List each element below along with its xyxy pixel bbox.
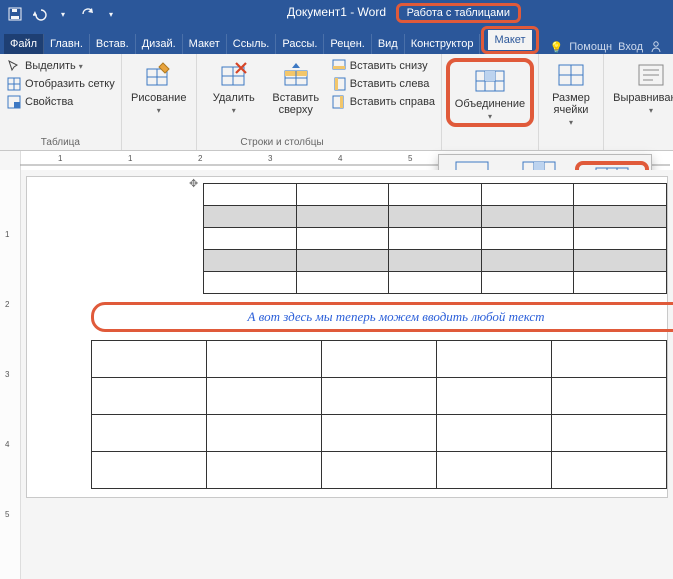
table-row[interactable] [92, 341, 667, 378]
tab-insert[interactable]: Встав. [90, 34, 136, 54]
gridlines-label: Отобразить сетку [25, 78, 115, 90]
delete-table-icon [219, 60, 249, 90]
cell-size-icon [556, 60, 586, 90]
share-icon[interactable] [649, 40, 663, 54]
table-row[interactable] [92, 452, 667, 489]
tab-mailings[interactable]: Рассы. [276, 34, 324, 54]
group-table-label: Таблица [6, 135, 115, 150]
table-row[interactable] [204, 206, 667, 228]
svg-text:3: 3 [268, 154, 273, 163]
undo-icon[interactable] [30, 5, 48, 23]
insert-left-button[interactable]: Вставить слева [331, 76, 435, 92]
insert-right-button[interactable]: Вставить справа [331, 94, 435, 110]
tab-review[interactable]: Рецен. [324, 34, 371, 54]
pencil-grid-icon [144, 60, 174, 90]
alignment-label: Выравнивание [613, 92, 673, 104]
svg-text:5: 5 [408, 154, 413, 163]
signin-label[interactable]: Вход [618, 41, 643, 53]
tab-page-layout[interactable]: Макет [183, 34, 227, 54]
table-row[interactable] [204, 184, 667, 206]
insert-above-label: Вставить сверху [265, 92, 327, 116]
tab-view[interactable]: Вид [372, 34, 405, 54]
tab-file[interactable]: Файл [4, 34, 44, 54]
vertical-ruler[interactable]: 1 2 3 4 5 [0, 170, 21, 579]
group-alignment: Выравнивание▾ [604, 54, 673, 150]
ribbon-tabs: Файл Главн. Встав. Дизай. Макет Ссыль. Р… [0, 28, 673, 54]
cursor-icon [6, 58, 22, 74]
svg-text:1: 1 [128, 154, 133, 163]
merge-icon [475, 66, 505, 96]
table-row[interactable] [92, 415, 667, 452]
table-anchor-icon[interactable]: ✥ [189, 177, 198, 190]
tab-table-design[interactable]: Конструктор [405, 34, 481, 54]
tab-table-layout[interactable]: Макет [488, 30, 531, 50]
grid-icon [6, 76, 22, 92]
properties-icon [6, 94, 22, 110]
insert-below-label: Вставить снизу [350, 60, 428, 72]
table-bottom[interactable] [91, 340, 667, 489]
tabs-right: 💡 Помощн Вход [550, 40, 673, 54]
vruler-5: 5 [5, 510, 9, 519]
insert-left-label: Вставить слева [350, 78, 430, 90]
tell-me-label[interactable]: Помощн [569, 41, 612, 53]
qat-customize-icon[interactable]: ▾ [102, 5, 120, 23]
insert-below-button[interactable]: Вставить снизу [331, 58, 435, 74]
titlebar: ▾ ▾ Документ1 - Word Работа с таблицами [0, 0, 673, 28]
select-button[interactable]: Выделить▾ [6, 58, 115, 74]
tab-table-layout-highlight: Макет [481, 26, 538, 54]
insert-right-icon [331, 94, 347, 110]
vruler-1: 1 [5, 230, 9, 239]
ribbon: Выделить▾ Отобразить сетку Свойства Табл… [0, 54, 673, 151]
insert-below-icon [331, 58, 347, 74]
tab-home[interactable]: Главн. [44, 34, 90, 54]
insert-left-icon [331, 76, 347, 92]
quick-access-toolbar: ▾ ▾ [0, 5, 126, 23]
select-label: Выделить [25, 60, 76, 72]
draw-label: Рисование [131, 92, 186, 104]
alignment-icon [636, 60, 666, 90]
cell-size-button[interactable]: Размер ячейки▾ [545, 58, 597, 127]
svg-text:4: 4 [338, 154, 343, 163]
merge-label: Объединение [455, 98, 525, 110]
svg-text:2: 2 [198, 154, 203, 163]
table-row[interactable] [204, 250, 667, 272]
tab-design[interactable]: Дизай. [136, 34, 183, 54]
group-rows-cols: Удалить▾ Вставить сверху Вставить снизу … [197, 54, 442, 150]
insert-right-label: Вставить справа [350, 96, 435, 108]
save-icon[interactable] [6, 5, 24, 23]
properties-label: Свойства [25, 96, 73, 108]
undo-dropdown-icon[interactable]: ▾ [54, 5, 72, 23]
group-table: Выделить▾ Отобразить сетку Свойства Табл… [0, 54, 122, 150]
vruler-3: 3 [5, 370, 9, 379]
annotation-callout: А вот здесь мы теперь можем вводить любо… [91, 302, 673, 332]
word-window: ▾ ▾ Документ1 - Word Работа с таблицами … [0, 0, 673, 579]
gridlines-button[interactable]: Отобразить сетку [6, 76, 115, 92]
table-row[interactable] [204, 228, 667, 250]
table-row[interactable] [204, 272, 667, 294]
merge-highlight: Объединение▾ [446, 58, 534, 127]
page[interactable]: ✥ А вот здесь мы теперь можем вводить лю… [26, 176, 668, 498]
insert-above-icon [281, 60, 311, 90]
delete-button[interactable]: Удалить▾ [203, 58, 265, 116]
insert-above-button[interactable]: Вставить сверху [265, 58, 327, 116]
merge-dropdown-button[interactable]: Объединение▾ [454, 64, 526, 121]
alignment-button[interactable]: Выравнивание▾ [610, 58, 673, 115]
svg-text:1: 1 [58, 154, 63, 163]
document-area: 1 2 3 4 5 ✥ А вот здесь мы теперь можем … [0, 170, 673, 579]
group-cell-size: Размер ячейки▾ [539, 54, 604, 150]
delete-label: Удалить [213, 92, 255, 104]
properties-button[interactable]: Свойства [6, 94, 115, 110]
group-merge: Объединение▾ [442, 54, 539, 150]
group-rows-cols-label: Строки и столбцы [132, 135, 432, 150]
draw-table-button[interactable]: Рисование▾ [128, 58, 190, 115]
table-row[interactable] [92, 378, 667, 415]
cell-size-label: Размер ячейки [545, 92, 597, 116]
lightbulb-icon: 💡 [550, 41, 564, 54]
redo-icon[interactable] [78, 5, 96, 23]
table-top[interactable] [203, 183, 667, 294]
vruler-4: 4 [5, 440, 9, 449]
vruler-2: 2 [5, 300, 9, 309]
table-tools-context-tab[interactable]: Работа с таблицами [396, 3, 521, 23]
tab-references[interactable]: Ссыль. [227, 34, 277, 54]
